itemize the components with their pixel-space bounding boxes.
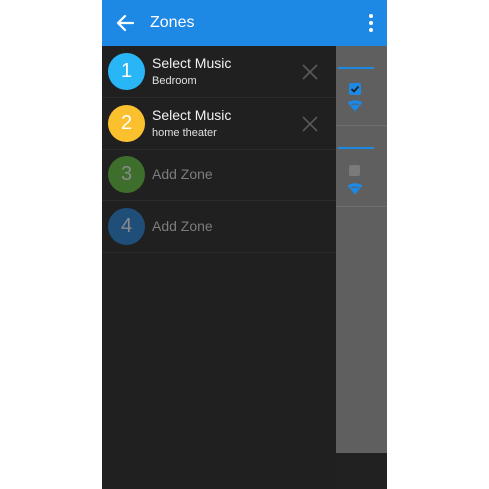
background-accent-line [338,67,374,69]
zone-number-badge: 2 [108,105,145,142]
zone-number-badge: 4 [108,208,145,245]
checkbox-checked-icon [349,83,361,95]
zone-number-badge: 1 [108,53,145,90]
background-divider [336,125,387,126]
more-vertical-icon[interactable] [363,12,379,34]
zone-title: Select Music [152,55,232,71]
wifi-icon [347,183,363,195]
zone-item-4[interactable]: 4 Add Zone [102,201,336,253]
back-arrow-icon[interactable] [112,10,138,36]
zone-subtitle: Bedroom [152,75,197,87]
zone-subtitle: home theater [152,127,217,139]
background-accent-line [338,147,374,149]
app-bar: Zones [102,0,387,46]
zones-drawer: 1 Select Music Bedroom 2 Select Music ho… [102,46,336,489]
close-icon[interactable] [301,115,319,133]
background-divider [336,206,387,207]
add-zone-label: Add Zone [152,218,213,234]
zone-item-2[interactable]: 2 Select Music home theater [102,98,336,150]
zone-number-badge: 3 [108,156,145,193]
app-window: Zones 1 Select Music Bedroom 2 Select Mu… [102,0,387,489]
page-title: Zones [150,14,195,31]
zone-item-1[interactable]: 1 Select Music Bedroom [102,46,336,98]
wifi-icon [347,100,363,112]
add-zone-label: Add Zone [152,166,213,182]
checkbox-icon [349,165,360,176]
zone-title: Select Music [152,107,232,123]
zone-item-3[interactable]: 3 Add Zone [102,149,336,201]
close-icon[interactable] [301,63,319,81]
